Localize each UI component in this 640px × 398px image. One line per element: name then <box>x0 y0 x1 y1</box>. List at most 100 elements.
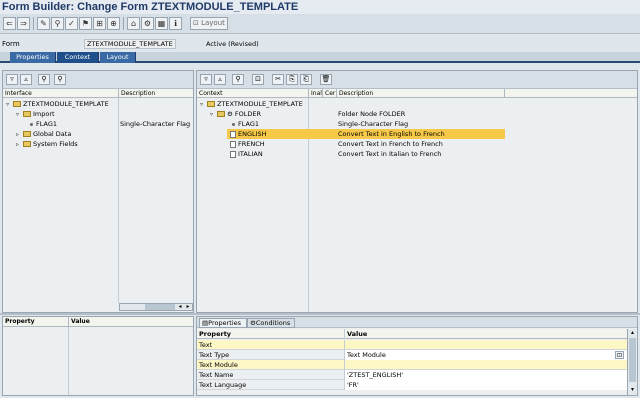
cut-icon[interactable]: ✂ <box>272 74 284 85</box>
column-header[interactable]: Value <box>69 317 193 327</box>
toolbar-separator <box>123 17 124 30</box>
delete-icon[interactable]: 🗑 <box>320 74 332 85</box>
properties-tab-strip: ▤Properties ⚙Conditions <box>197 317 637 328</box>
tree-node[interactable]: ENGLISH <box>230 129 267 139</box>
folder-icon <box>13 101 21 107</box>
horizontal-splitter[interactable] <box>0 313 640 315</box>
expand-triangle-icon[interactable]: ▿ <box>200 100 207 110</box>
column-header[interactable]: Context <box>197 89 309 98</box>
tree-node[interactable]: FLAG1 <box>30 119 57 129</box>
column-header[interactable]: Description <box>119 89 193 98</box>
property-name: Text Module <box>197 360 345 370</box>
tab-layout[interactable]: Layout <box>100 52 136 63</box>
vertical-scrollbar[interactable]: ▴ ▾ <box>627 329 637 395</box>
column-header[interactable]: Property <box>3 317 69 327</box>
tab-properties[interactable]: ▤Properties <box>199 318 247 328</box>
column-header[interactable]: Interface <box>3 89 119 98</box>
tree-node[interactable]: ▹ Global Data <box>16 129 71 139</box>
tree-node-label: FLAG1 <box>36 120 58 128</box>
display-icon[interactable]: ⊡ <box>252 74 264 85</box>
text-node-icon <box>230 150 236 158</box>
interface-header: Interface Description <box>3 89 193 98</box>
tree-node-label: ITALIAN <box>238 150 263 158</box>
collapse-icon[interactable]: ▵ <box>20 74 32 85</box>
scroll-right-icon[interactable]: ▸ <box>184 303 192 310</box>
column-header[interactable]: Description <box>337 89 505 98</box>
grid-icon[interactable]: ▦ <box>155 17 168 30</box>
scroll-up-icon[interactable]: ▴ <box>628 329 637 337</box>
scrollbar-thumb[interactable] <box>629 338 636 382</box>
text-name-field[interactable]: 'ZTEST_ENGLISH' <box>345 370 627 380</box>
left-properties-panel: Property Value <box>2 316 194 396</box>
form-name-field[interactable]: ZTEXTMODULE_TEMPLATE <box>84 39 176 49</box>
text-type-field[interactable]: Text Module <box>345 350 627 360</box>
hierarchy-icon[interactable]: ⌂ <box>127 17 140 30</box>
scroll-left-icon[interactable]: ◂ <box>176 303 184 310</box>
property-section-row: Text Module <box>197 360 627 370</box>
tab-context[interactable]: Context <box>57 52 99 63</box>
activate-icon[interactable]: ⚑ <box>79 17 92 30</box>
context-toolbar: ▿ ▵ ⚲ ⊡ ✂ ⎘ ⎗ 🗑 <box>197 71 637 89</box>
property-name: Text <box>197 340 345 350</box>
tree-node-description: Folder Node FOLDER <box>338 110 406 118</box>
tree-node[interactable]: ITALIAN <box>230 149 263 159</box>
where-used-icon[interactable]: ⊕ <box>107 17 120 30</box>
info-icon[interactable]: ℹ <box>169 17 182 30</box>
other-object-icon[interactable]: ✎ <box>37 17 50 30</box>
tree-node[interactable]: ▿ ⚙ FOLDER <box>210 109 261 119</box>
tree-node[interactable]: ▿ ZTEXTMODULE_TEMPLATE <box>6 99 109 109</box>
back-icon[interactable]: ⇐ <box>3 17 16 30</box>
field-icon <box>30 122 33 126</box>
collapse-icon[interactable]: ▵ <box>214 74 226 85</box>
tab-conditions[interactable]: ⚙Conditions <box>247 318 295 328</box>
folder-icon <box>23 141 31 147</box>
copy-icon[interactable]: ⎘ <box>286 74 298 85</box>
test-icon[interactable]: ⊞ <box>93 17 106 30</box>
forward-icon[interactable]: ⇒ <box>17 17 30 30</box>
left-properties-header: Property Value <box>3 317 193 327</box>
property-name: Text Language <box>197 380 345 390</box>
layout-button[interactable]: ⊡ Layout <box>190 17 228 30</box>
tree-node-label: Import <box>33 110 55 118</box>
column-header[interactable]: Value <box>345 329 627 339</box>
display-change-icon[interactable]: ⚲ <box>51 17 64 30</box>
tree-node-description: Single-Character Flag <box>120 120 191 128</box>
form-label: Form <box>2 40 20 48</box>
expand-triangle-icon[interactable]: ▿ <box>6 100 13 110</box>
paste-icon[interactable]: ⎗ <box>300 74 312 85</box>
expand-icon[interactable]: ▿ <box>200 74 212 85</box>
settings-icon[interactable]: ⚙ <box>141 17 154 30</box>
tree-node[interactable]: FLAG1 <box>232 119 259 129</box>
collapse-triangle-icon[interactable]: ▹ <box>16 140 23 150</box>
check-icon[interactable]: ✓ <box>65 17 78 30</box>
column-divider <box>118 98 119 303</box>
interface-toolbar: ▿ ▵ ⚲ ⚲ <box>3 71 193 89</box>
find-icon[interactable]: ⚲ <box>232 74 244 85</box>
column-divider <box>68 327 69 395</box>
property-name: Text Name <box>197 370 345 380</box>
tree-node[interactable]: ▿ Import <box>16 109 55 119</box>
folder-icon <box>217 111 225 117</box>
expand-icon[interactable]: ▿ <box>6 74 18 85</box>
tree-node[interactable]: FRENCH <box>230 139 265 149</box>
tree-node-description: Single-Character Flag <box>338 120 409 128</box>
scroll-down-icon[interactable]: ▾ <box>628 386 637 394</box>
find-icon[interactable]: ⚲ <box>38 74 50 85</box>
tab-properties[interactable]: Properties <box>10 52 56 63</box>
tree-node[interactable]: ▹ System Fields <box>16 139 78 149</box>
find-next-icon[interactable]: ⚲ <box>54 74 66 85</box>
column-header[interactable]: Inal <box>309 89 323 98</box>
tree-node-label: FRENCH <box>238 140 265 148</box>
column-header[interactable]: Property <box>197 329 345 339</box>
horizontal-scrollbar[interactable]: ◂ ▸ <box>119 303 193 311</box>
column-header[interactable]: Cer <box>323 89 337 98</box>
expand-triangle-icon[interactable]: ▿ <box>16 110 23 120</box>
expand-triangle-icon[interactable]: ▿ <box>210 110 217 120</box>
property-section-row: Text <box>197 340 627 350</box>
form-status: Active (Revised) <box>206 40 259 48</box>
tree-node[interactable]: ▿ ZTEXTMODULE_TEMPLATE <box>200 99 303 109</box>
text-language-field[interactable]: 'FR' <box>345 380 627 390</box>
tree-node-label: Global Data <box>33 130 72 138</box>
value-help-icon[interactable]: ⊡ <box>615 351 624 359</box>
scrollbar-thumb[interactable] <box>145 304 175 310</box>
